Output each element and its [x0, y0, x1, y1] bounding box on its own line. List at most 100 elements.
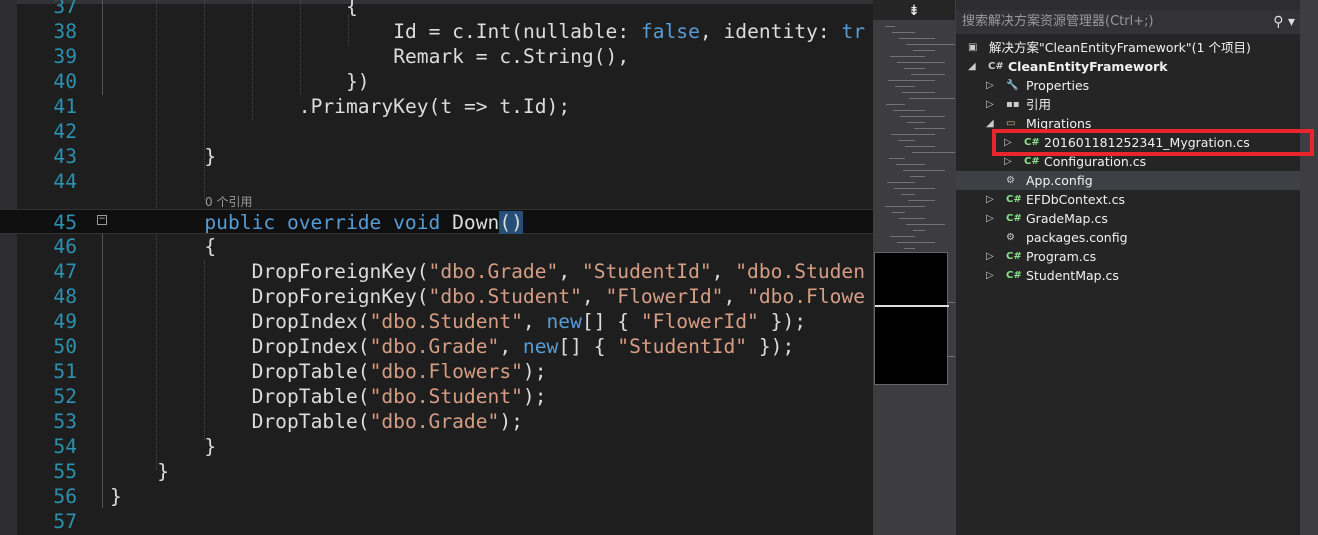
code-line[interactable]: 41 .PrimaryKey(t => t.Id); [0, 94, 873, 119]
code-token: DropIndex( [251, 310, 370, 333]
code-text: DropIndex("dbo.Grade", new[] { "StudentI… [252, 334, 795, 359]
code-token: , [499, 335, 523, 358]
code-token: [] { [558, 335, 618, 358]
code-text: } [204, 434, 216, 459]
minimap-scrollbar[interactable]: ⇟ [873, 0, 955, 535]
minimap-line [896, 164, 925, 165]
code-text: } [110, 484, 122, 509]
search-placeholder: 搜索解决方案资源管理器(Ctrl+;) [962, 14, 1154, 29]
code-token: DropForeignKey( [251, 285, 429, 308]
line-number: 45 [53, 211, 77, 234]
code-line[interactable]: 52 DropTable("dbo.Student"); [0, 384, 873, 409]
codelens-references[interactable]: 0 个引用 [205, 193, 252, 210]
code-line[interactable]: 42 [0, 119, 873, 144]
expand-icon[interactable]: ▷ [986, 190, 994, 209]
tree-item-label: App.config [1026, 173, 1093, 188]
code-line[interactable]: 40}) [0, 69, 873, 94]
expand-icon[interactable]: ▷ [986, 209, 994, 228]
scrollbar[interactable] [1300, 0, 1318, 535]
code-line[interactable]: 44 [0, 169, 873, 194]
minimap-viewport[interactable] [874, 252, 949, 385]
minimap-line [902, 92, 935, 93]
code-line[interactable]: 45 public override void Down() [0, 209, 873, 234]
tree-item[interactable]: ▷ C# StudentMap.cs [956, 266, 1301, 285]
collapse-icon[interactable]: − [97, 215, 107, 225]
expand-icon[interactable]: ▷ [986, 266, 994, 285]
code-token: "dbo.Grade" [369, 335, 500, 358]
line-number: 41 [53, 95, 77, 118]
code-text: { [204, 234, 216, 259]
line-number: 55 [53, 460, 77, 483]
code-line[interactable]: 49 DropIndex("dbo.Student", new[] { "Flow… [0, 309, 873, 334]
item-icon: ▣ [968, 42, 978, 53]
tree-item[interactable]: ▷ C# Program.cs [956, 247, 1301, 266]
line-number: 42 [53, 120, 77, 143]
code-token: , [581, 285, 606, 308]
code-line[interactable]: 56} [0, 484, 873, 509]
code-token: ); [499, 410, 523, 433]
code-line[interactable]: 50 DropIndex("dbo.Grade", new[] { "Studen… [0, 334, 873, 359]
expand-icon[interactable]: ▷ [986, 95, 994, 114]
minimap-line [913, 50, 935, 51]
code-line[interactable]: 55} [0, 459, 873, 484]
minimap-line [913, 230, 925, 231]
line-number: 43 [53, 145, 77, 168]
code-line[interactable]: 39 Remark = c.String(), [0, 44, 873, 69]
code-line[interactable]: 57 [0, 509, 873, 534]
minimap-line [910, 176, 925, 177]
line-number: 54 [53, 435, 77, 458]
code-token: new [546, 310, 582, 333]
code-token: } [157, 460, 169, 483]
expand-icon[interactable]: ▷ [986, 247, 994, 266]
split-icon[interactable]: ⇟ [873, 0, 955, 20]
line-number: 39 [53, 45, 77, 68]
minimap-line [908, 200, 935, 201]
solution-search-input[interactable]: 搜索解决方案资源管理器(Ctrl+;) ⚲ ▾ [956, 10, 1301, 34]
tree-item[interactable]: ⚙ packages.config [956, 228, 1301, 247]
code-line[interactable]: 47 DropForeignKey("dbo.Grade", "StudentId… [0, 259, 873, 284]
code-text: DropTable("dbo.Student"); [252, 384, 547, 409]
code-token: "FlowerId" [605, 285, 724, 308]
code-token: { [204, 235, 217, 258]
code-token: new [522, 335, 559, 358]
code-token: DropIndex( [251, 335, 370, 358]
code-token: , [558, 260, 582, 283]
collapse-icon[interactable]: ◢ [968, 57, 976, 76]
code-line[interactable]: 51 DropTable("dbo.Flowers"); [0, 359, 873, 384]
tree-item[interactable]: ▷ 🔧 Properties [956, 76, 1301, 95]
line-number: 56 [53, 485, 77, 508]
minimap-line [911, 74, 945, 75]
code-line[interactable]: 53 DropTable("dbo.Grade"); [0, 409, 873, 434]
code-editor[interactable]: 37 {38 Id = c.Int(nullable: false, identit… [0, 0, 873, 535]
code-text: DropForeignKey("dbo.Student", "FlowerId"… [252, 284, 865, 309]
minimap-line [890, 236, 915, 237]
item-icon: ⚙ [1006, 232, 1015, 243]
tree-item[interactable]: ▷ C# GradeMap.cs [956, 209, 1301, 228]
code-token: "dbo.Grade" [428, 260, 559, 283]
code-text: Id = c.Int(nullable: false, identity: tr [393, 19, 865, 44]
tree-item[interactable]: ▷ C# EFDbContext.cs [956, 190, 1301, 209]
minimap-line [901, 194, 915, 195]
code-token: DropTable( [251, 360, 370, 383]
code-token: public [204, 211, 276, 234]
code-text: DropTable("dbo.Grade"); [252, 409, 523, 434]
search-icon[interactable]: ⚲ ▾ [1273, 10, 1295, 34]
code-line[interactable]: 46 { [0, 234, 873, 259]
code-token: }); [747, 335, 795, 358]
code-token: "dbo.Student" [428, 285, 582, 308]
code-line[interactable]: 48 DropForeignKey("dbo.Student", "FlowerI… [0, 284, 873, 309]
line-number: 46 [53, 235, 77, 258]
code-line[interactable]: 38 Id = c.Int(nullable: false, identity: … [0, 19, 873, 44]
highlight-annotation-box [992, 129, 1314, 156]
tree-item[interactable]: ▷ ▪▪ 引用 [956, 95, 1301, 114]
minimap-line [906, 224, 945, 225]
line-number: 40 [53, 70, 77, 93]
code-token: void [393, 211, 441, 234]
tree-item[interactable]: ▣ 解决方案"CleanEntityFramework"(1 个项目) [956, 38, 1301, 57]
expand-icon[interactable]: ▷ [986, 76, 994, 95]
code-line[interactable]: 54} [0, 434, 873, 459]
code-line[interactable]: 37 { [0, 0, 873, 19]
code-line[interactable]: 43} [0, 144, 873, 169]
tree-item[interactable]: ◢ C# CleanEntityFramework [956, 57, 1301, 76]
tree-item[interactable]: ⚙ App.config [956, 171, 1301, 190]
